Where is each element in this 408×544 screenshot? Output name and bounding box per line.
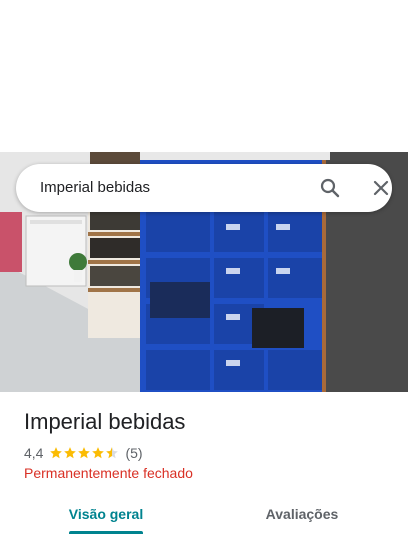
- close-icon[interactable]: [369, 176, 393, 200]
- tab-reviews[interactable]: Avaliações: [248, 492, 356, 536]
- rating-stars: [49, 446, 119, 460]
- place-name: Imperial bebidas: [24, 409, 186, 434]
- rating-row[interactable]: 4,4 (5): [24, 445, 143, 461]
- review-count: (5): [125, 445, 143, 461]
- star-icon: [78, 447, 91, 459]
- tab-indicator: [69, 531, 143, 534]
- status-text: Permanentemente fechado: [24, 465, 193, 481]
- star-icon: [50, 447, 63, 459]
- tab-bar: Visão geral Avaliações: [0, 492, 408, 536]
- star-icon: [64, 447, 77, 459]
- star-half-icon: [106, 447, 119, 459]
- rating-value: 4,4: [24, 445, 44, 461]
- search-icon[interactable]: [318, 176, 342, 200]
- tab-overview[interactable]: Visão geral: [50, 492, 162, 536]
- star-icon: [92, 447, 105, 459]
- search-bar[interactable]: Imperial bebidas: [16, 164, 392, 212]
- search-input[interactable]: Imperial bebidas: [40, 164, 150, 212]
